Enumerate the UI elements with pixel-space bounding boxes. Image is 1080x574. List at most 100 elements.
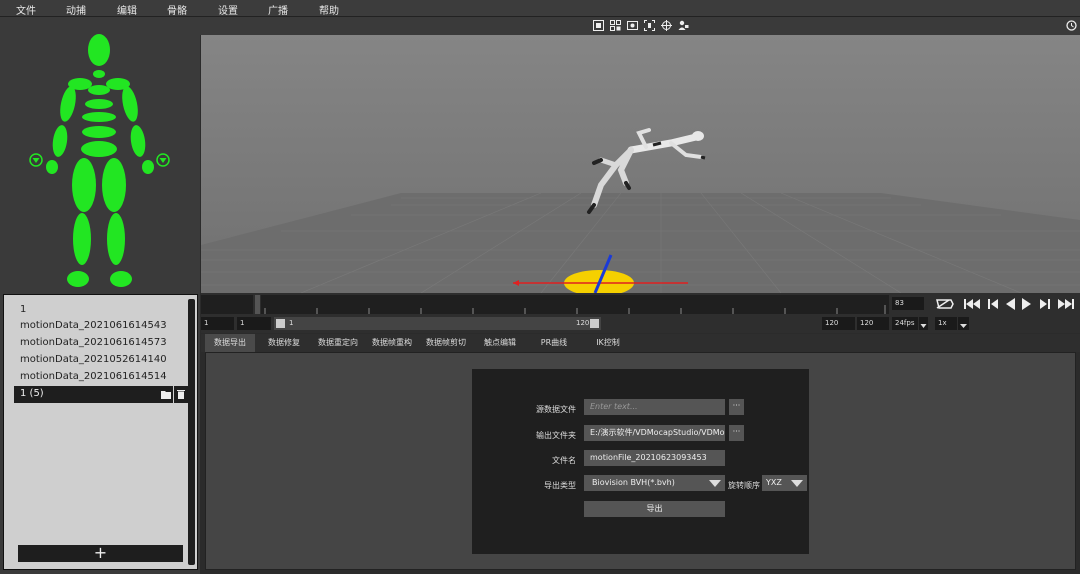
- viewport-toolbar: [200, 17, 1080, 35]
- tab-data-retarget[interactable]: 数据重定向: [313, 334, 363, 352]
- tab-contact-edit[interactable]: 触点编辑: [475, 334, 525, 352]
- grid-view-icon[interactable]: [593, 20, 604, 31]
- tab-frame-cut[interactable]: 数据帧剪切: [421, 334, 471, 352]
- loop-toggle-icon[interactable]: [935, 297, 955, 315]
- start-frame-field-2[interactable]: 1: [237, 317, 271, 330]
- output-folder-label: 输出文件夹: [536, 431, 576, 440]
- tab-ik-control[interactable]: IK控制: [583, 334, 633, 352]
- tab-data-export[interactable]: 数据导出: [205, 334, 255, 352]
- sensor-left-thigh[interactable]: [72, 158, 96, 212]
- menu-capture[interactable]: 动捕: [66, 2, 86, 17]
- export-button[interactable]: 导出: [584, 501, 725, 517]
- sensor-right-hand[interactable]: [142, 160, 154, 174]
- camera-frame-icon[interactable]: [627, 20, 638, 31]
- skip-to-start-icon[interactable]: [964, 297, 980, 315]
- speed-select[interactable]: 1x: [935, 317, 957, 330]
- layout-icon[interactable]: [610, 20, 621, 31]
- selected-item-label: 1 (5): [20, 388, 44, 399]
- sensor-left-shin[interactable]: [73, 213, 91, 265]
- output-folder-input[interactable]: E:/演示软件/VDMocapStudio/VDMoc: [584, 425, 725, 441]
- settings-dial-icon[interactable]: [1066, 20, 1077, 31]
- source-file-label: 源数据文件: [536, 405, 576, 414]
- menu-bar: 文件 动捕 编辑 骨骼 设置 广播 帮助: [0, 0, 1080, 17]
- menu-file[interactable]: 文件: [16, 2, 36, 17]
- rotation-order-value: YXZ: [766, 478, 782, 487]
- sensor-neck[interactable]: [93, 70, 105, 78]
- sensor-right-shin[interactable]: [107, 213, 125, 265]
- end-frame-field-2[interactable]: 120: [857, 317, 889, 330]
- range-end-handle[interactable]: [590, 319, 599, 328]
- tab-pr-curve[interactable]: PR曲线: [529, 334, 579, 352]
- chevron-down-icon: [791, 480, 803, 487]
- trash-icon[interactable]: [174, 386, 188, 403]
- list-item[interactable]: 1: [20, 304, 26, 315]
- fit-view-icon[interactable]: [644, 20, 655, 31]
- filename-input[interactable]: motionFile_20210623093453: [584, 450, 725, 466]
- chevron-down-icon: [709, 480, 721, 487]
- add-file-button[interactable]: +: [18, 545, 183, 562]
- sensor-waist[interactable]: [82, 126, 116, 138]
- skeleton-figure: [29, 34, 170, 287]
- start-frame-field[interactable]: 1: [201, 317, 234, 330]
- menu-skeleton[interactable]: 骨骼: [167, 2, 187, 17]
- list-item[interactable]: motionData_2021061614573: [20, 337, 167, 348]
- left-hand-toggle-icon[interactable]: [29, 153, 43, 167]
- skip-to-end-icon[interactable]: [1058, 297, 1074, 315]
- list-item[interactable]: motionData_2021052614140: [20, 354, 167, 365]
- fps-select[interactable]: 24fps: [892, 317, 918, 330]
- scene-render: [201, 35, 1080, 293]
- range-start-label: 1: [289, 319, 294, 327]
- person-camera-icon[interactable]: [678, 20, 689, 31]
- play-reverse-icon[interactable]: [1005, 297, 1015, 315]
- sensor-head[interactable]: [88, 34, 110, 66]
- sensor-chest[interactable]: [85, 99, 113, 109]
- skeleton-sensor-map: [0, 17, 200, 292]
- 3d-viewport[interactable]: [201, 35, 1080, 293]
- list-item[interactable]: motionData_2021061614543: [20, 320, 167, 331]
- tab-data-repair[interactable]: 数据修复: [259, 334, 309, 352]
- speed-dropdown-arrow-icon[interactable]: [958, 317, 969, 330]
- menu-help[interactable]: 帮助: [319, 2, 339, 17]
- sensor-right-thigh[interactable]: [102, 158, 126, 212]
- target-icon[interactable]: [661, 20, 672, 31]
- end-frame-field[interactable]: 120: [822, 317, 855, 330]
- tool-tabs: 数据导出 数据修复 数据重定向 数据帧重构 数据帧剪切 触点编辑 PR曲线 IK…: [201, 334, 1080, 352]
- sensor-left-hand[interactable]: [46, 160, 58, 174]
- export-type-label: 导出类型: [544, 481, 576, 490]
- export-form: 源数据文件 Enter text... ··· 输出文件夹 E:/演示软件/VD…: [472, 369, 809, 554]
- source-file-input[interactable]: Enter text...: [584, 399, 725, 415]
- folder-icon[interactable]: [159, 386, 173, 403]
- menu-settings[interactable]: 设置: [218, 2, 238, 17]
- fps-dropdown-arrow-icon[interactable]: [919, 317, 928, 330]
- menu-broadcast[interactable]: 广播: [268, 2, 288, 17]
- tab-frame-rebuild[interactable]: 数据帧重构: [367, 334, 417, 352]
- timeline-track[interactable]: [261, 295, 889, 314]
- sensor-chest-top[interactable]: [88, 85, 110, 95]
- source-browse-button[interactable]: ···: [729, 399, 744, 415]
- current-frame-field[interactable]: 83: [892, 297, 924, 310]
- range-start-handle[interactable]: [276, 319, 285, 328]
- rotation-order-select[interactable]: YXZ: [762, 475, 807, 491]
- export-type-value: Biovision BVH(*.bvh): [592, 478, 675, 487]
- range-slider[interactable]: 1 120: [274, 317, 601, 330]
- output-browse-button[interactable]: ···: [729, 425, 744, 441]
- playhead[interactable]: [255, 295, 260, 314]
- selected-list-item[interactable]: 1 (5): [14, 386, 159, 403]
- list-scrollbar[interactable]: [188, 299, 195, 565]
- list-item[interactable]: motionData_2021061614514: [20, 371, 167, 382]
- sensor-spine[interactable]: [82, 112, 116, 122]
- sensor-right-upper-arm[interactable]: [119, 85, 140, 123]
- menu-edit[interactable]: 编辑: [117, 2, 137, 17]
- sensor-right-foot[interactable]: [110, 271, 132, 287]
- sensor-left-forearm[interactable]: [51, 124, 69, 158]
- sensor-left-upper-arm[interactable]: [57, 85, 78, 123]
- export-type-select[interactable]: Biovision BVH(*.bvh): [584, 475, 725, 491]
- sensor-left-foot[interactable]: [67, 271, 89, 287]
- sensor-right-forearm[interactable]: [129, 124, 147, 158]
- range-end-label: 120: [576, 319, 590, 327]
- sensor-hips[interactable]: [81, 141, 117, 157]
- right-hand-toggle-icon[interactable]: [156, 153, 170, 167]
- play-icon[interactable]: [1022, 297, 1032, 315]
- next-frame-icon[interactable]: [1040, 297, 1050, 315]
- previous-frame-icon[interactable]: [988, 297, 998, 315]
